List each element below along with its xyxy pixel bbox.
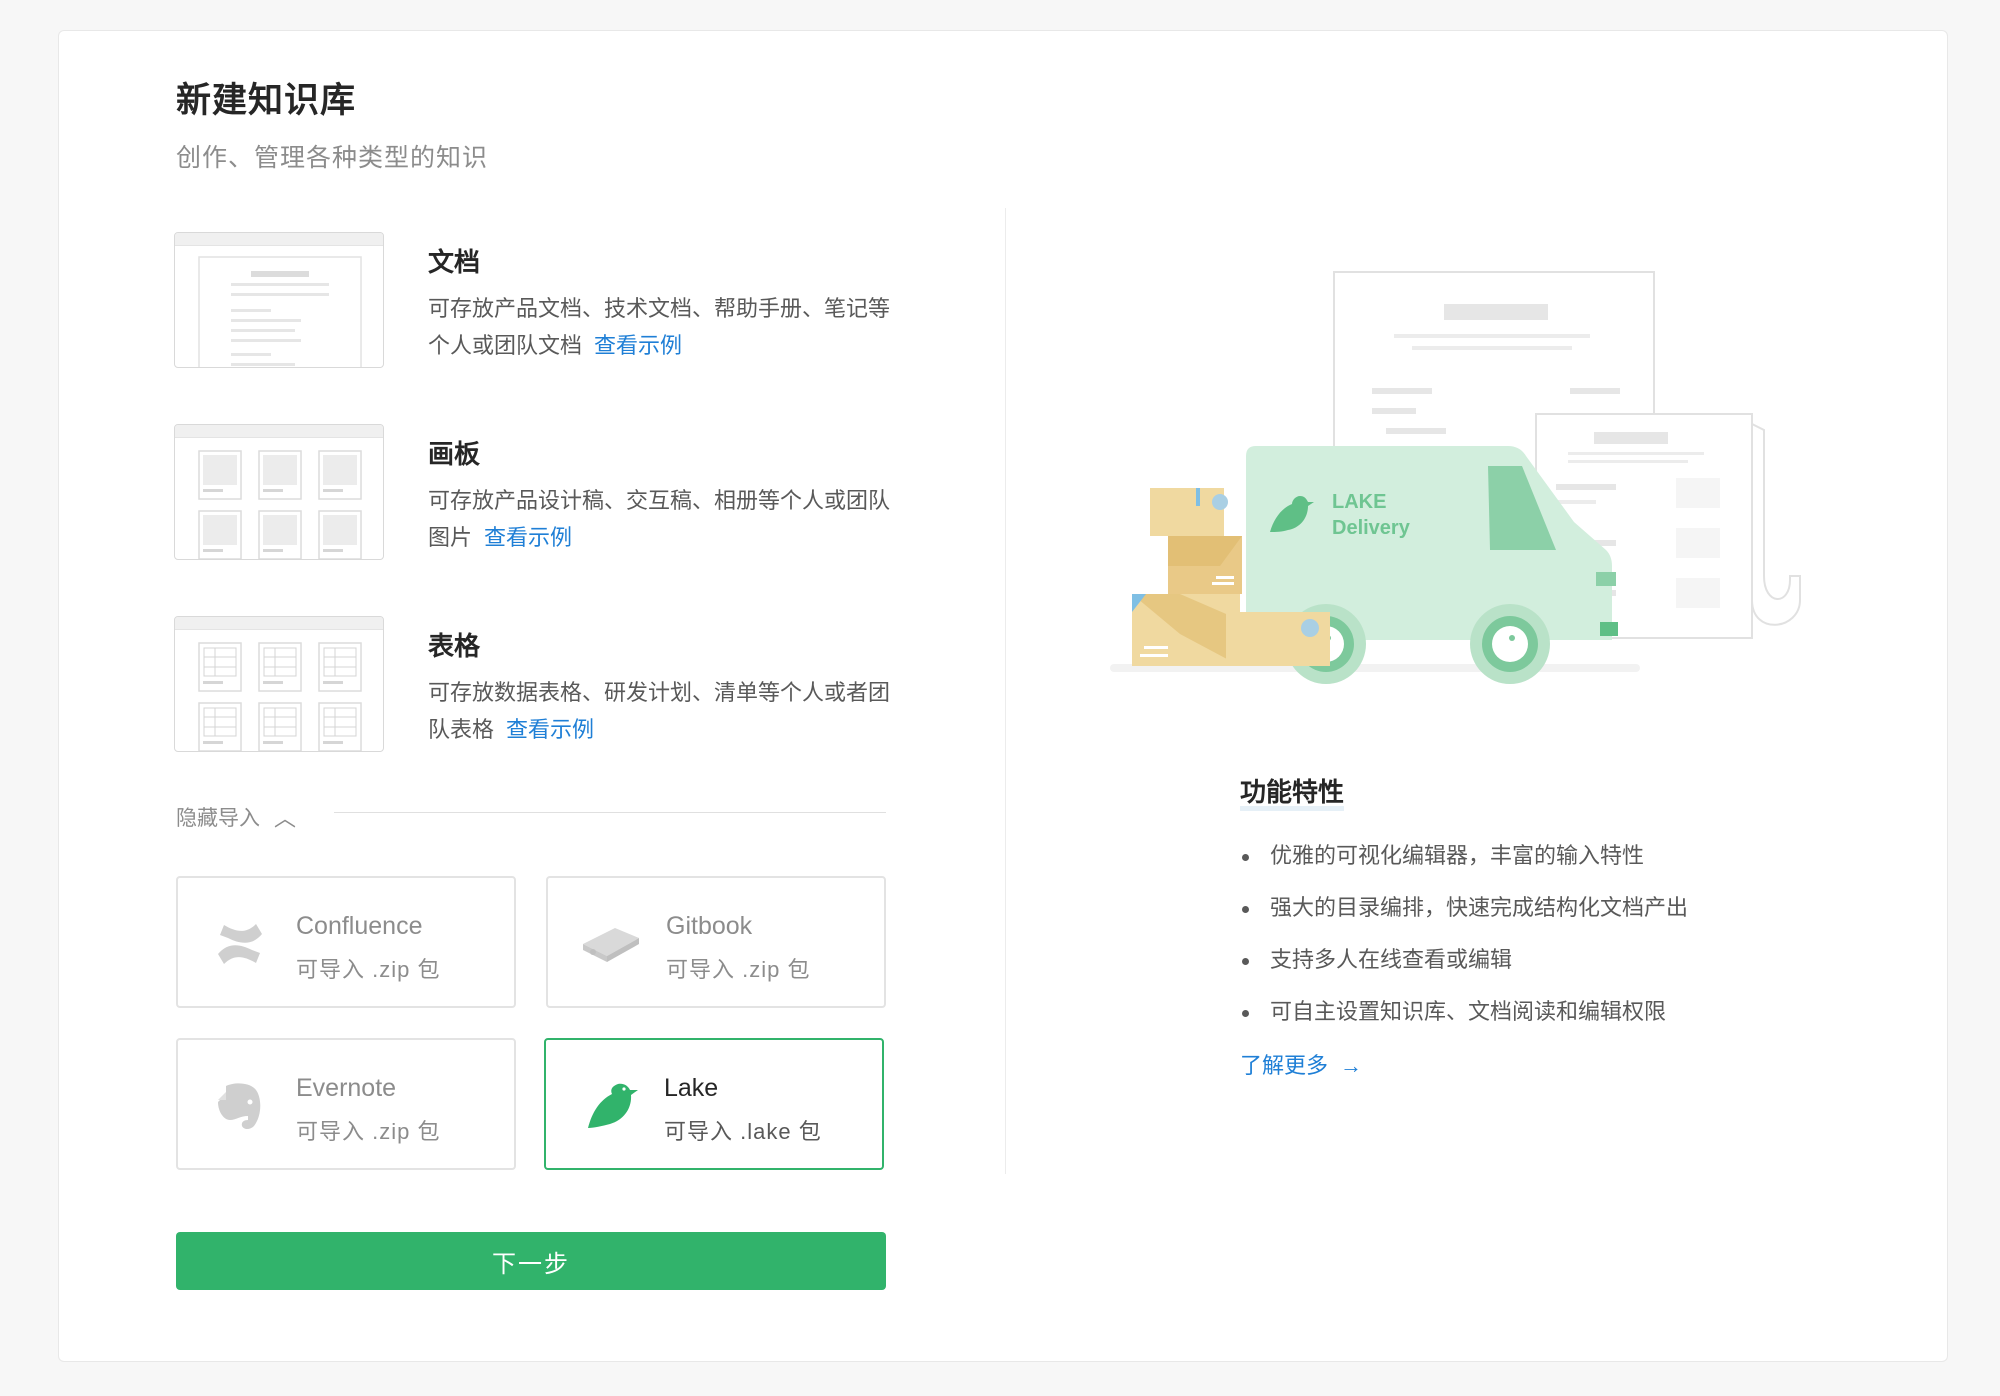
- evernote-icon: [218, 1083, 261, 1129]
- feature-item: 强大的目录编排，快速完成结构化文档产出: [1240, 890, 1688, 942]
- import-evernote[interactable]: Evernote 可导入 .zip 包: [176, 1038, 516, 1170]
- type-desc: 可存放数据表格、研发计划、清单等个人或者团队表格 查看示例: [428, 680, 891, 742]
- delivery-truck-illustration: LAKE Delivery: [1110, 271, 1801, 684]
- doc-thumbnail: [174, 232, 384, 368]
- next-step-button[interactable]: 下一步: [176, 1232, 886, 1290]
- board-thumbnail: [174, 424, 384, 560]
- type-name: 画板: [428, 439, 481, 469]
- type-name: 文档: [428, 247, 481, 277]
- view-example-link[interactable]: 查看示例: [594, 333, 682, 358]
- import-lake[interactable]: Lake 可导入 .lake 包: [544, 1038, 884, 1170]
- view-example-link[interactable]: 查看示例: [506, 717, 594, 742]
- hide-import-toggle[interactable]: 隐藏导入 ︿: [176, 800, 296, 832]
- arrow-right-icon: →: [1340, 1053, 1363, 1078]
- feature-item: 优雅的可视化编辑器，丰富的输入特性: [1240, 838, 1688, 890]
- type-option-doc[interactable]: 文档 可存放产品文档、技术文档、帮助手册、笔记等个人或团队文档 查看示例: [174, 232, 894, 372]
- feature-item: 可自主设置知识库、文档阅读和编辑权限: [1240, 994, 1688, 1046]
- import-source-desc: 可导入 .zip 包: [296, 1119, 441, 1144]
- vertical-divider: [1005, 208, 1006, 1174]
- gitbook-icon: [583, 928, 639, 962]
- import-confluence[interactable]: Confluence 可导入 .zip 包: [176, 876, 516, 1008]
- feature-item: 支持多人在线查看或编辑: [1240, 942, 1688, 994]
- features-list: 优雅的可视化编辑器，丰富的输入特性 强大的目录编排，快速完成结构化文档产出 支持…: [1240, 838, 1688, 1046]
- type-desc: 可存放产品文档、技术文档、帮助手册、笔记等个人或团队文档 查看示例: [428, 296, 891, 358]
- import-source-name: Lake: [664, 1074, 719, 1102]
- type-option-sheet[interactable]: 表格 可存放数据表格、研发计划、清单等个人或者团队表格 查看示例: [174, 616, 894, 756]
- import-source-desc: 可导入 .zip 包: [666, 957, 811, 982]
- page-subtitle: 创作、管理各种类型的知识: [176, 144, 489, 172]
- type-desc: 可存放产品设计稿、交互稿、相册等个人或团队图片 查看示例: [428, 488, 891, 550]
- import-source-name: Evernote: [296, 1074, 397, 1102]
- sheet-thumbnail: [174, 616, 384, 752]
- page-title: 新建知识库: [176, 81, 357, 120]
- truck-label-line1: LAKE: [1332, 491, 1386, 513]
- lake-bird-icon: [588, 1083, 638, 1128]
- import-source-name: Confluence: [296, 912, 423, 940]
- type-option-board[interactable]: 画板 可存放产品设计稿、交互稿、相册等个人或团队图片 查看示例: [174, 424, 894, 564]
- import-divider: [334, 812, 886, 813]
- view-example-link[interactable]: 查看示例: [484, 525, 572, 550]
- truck-label-line2: Delivery: [1332, 517, 1411, 539]
- confluence-icon: [218, 924, 262, 964]
- hide-import-label: 隐藏导入: [176, 807, 260, 830]
- import-gitbook[interactable]: Gitbook 可导入 .zip 包: [546, 876, 886, 1008]
- chevron-up-icon: ︿: [274, 806, 297, 831]
- import-source-desc: 可导入 .lake 包: [664, 1119, 822, 1144]
- features-title-underline: [1240, 806, 1344, 811]
- type-name: 表格: [428, 631, 481, 661]
- import-source-desc: 可导入 .zip 包: [296, 957, 441, 982]
- features-title: 功能特性: [1240, 777, 1345, 807]
- learn-more-link[interactable]: 了解更多 →: [1240, 1048, 1362, 1080]
- import-source-name: Gitbook: [666, 912, 753, 940]
